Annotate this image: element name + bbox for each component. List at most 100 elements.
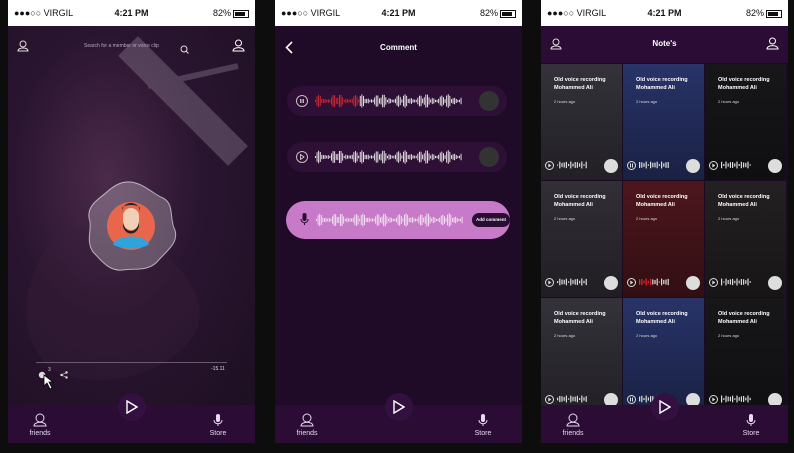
play-icon[interactable] <box>545 161 554 170</box>
play-icon <box>125 400 138 414</box>
battery: 82% <box>213 8 249 18</box>
avatar <box>768 159 782 173</box>
play-icon[interactable] <box>545 278 554 287</box>
note-card[interactable]: Old voice recording Mohammed Ali 2 hours … <box>705 64 786 180</box>
avatar <box>768 276 782 290</box>
battery-icon <box>766 9 782 18</box>
nav-store[interactable]: Store <box>463 413 503 437</box>
play-icon[interactable] <box>709 278 718 287</box>
microphone-icon <box>746 414 756 426</box>
nav-store-label: Store <box>742 430 760 437</box>
battery-icon <box>500 9 516 18</box>
avatar <box>604 159 618 173</box>
note-title: Old voice recording Mohammed Ali <box>636 194 688 208</box>
nav-friends[interactable]: friends <box>287 413 327 437</box>
pause-icon[interactable] <box>627 161 636 170</box>
page-title: Comment <box>380 43 417 52</box>
note-timestamp: 2 hours ago <box>718 216 740 221</box>
status-bar: ●●●○○ VIRGIL 4:21 PM 82% <box>275 0 522 26</box>
record-comment-bar[interactable]: Add comment <box>286 201 510 239</box>
avatar <box>479 147 499 167</box>
nav-friends-label: friends <box>562 430 584 437</box>
nav-friends[interactable]: friends <box>553 413 593 437</box>
microphone-icon <box>213 414 223 426</box>
note-timestamp: 2 hours ago <box>718 99 740 104</box>
battery: 82% <box>746 8 782 18</box>
note-card[interactable]: Old voice recording Mohammed Ali 2 hours … <box>705 298 786 414</box>
microphone-icon[interactable] <box>300 212 309 231</box>
note-card[interactable]: Old voice recording Mohammed Ali 2 hours … <box>623 181 704 297</box>
play-button[interactable] <box>117 393 146 421</box>
nav-store[interactable]: Store <box>731 413 771 437</box>
nav-friends-label: friends <box>29 430 51 437</box>
nav-store[interactable]: Store <box>198 413 238 437</box>
waveform <box>721 278 751 286</box>
note-card[interactable]: Old voice recording Mohammed Ali 2 hours … <box>623 64 704 180</box>
status-bar: ●●●○○ VIRGIL 4:21 PM 82% <box>8 0 255 26</box>
play-button[interactable] <box>650 393 679 421</box>
time-remaining: -15.11 <box>211 366 225 372</box>
profile-icon[interactable] <box>232 39 245 57</box>
search-input[interactable]: Search for a member or voice clip <box>84 43 159 49</box>
waveform <box>557 278 587 286</box>
status-bar: ●●●○○ VIRGIL 4:21 PM 82% <box>541 0 788 26</box>
play-icon[interactable] <box>709 161 718 170</box>
screen-player: ●●●○○ VIRGIL 4:21 PM 82% Search for a me… <box>8 0 255 443</box>
play-icon[interactable] <box>296 151 308 163</box>
friends-icon[interactable] <box>17 39 29 57</box>
note-card[interactable]: Old voice recording Mohammed Ali 2 hours … <box>705 181 786 297</box>
note-title: Old voice recording Mohammed Ali <box>636 77 688 91</box>
note-timestamp: 2 hours ago <box>636 99 658 104</box>
note-card[interactable]: Old voice recording Mohammed Ali 2 hours … <box>541 64 622 180</box>
waveform <box>639 161 669 169</box>
waveform[interactable] <box>315 93 465 109</box>
note-timestamp: 2 hours ago <box>636 333 658 338</box>
play-icon[interactable] <box>627 278 636 287</box>
play-icon <box>658 400 671 414</box>
pause-icon[interactable] <box>296 95 308 107</box>
add-comment-button[interactable]: Add comment <box>472 213 510 227</box>
nav-store-label: Store <box>474 430 492 437</box>
avatar <box>686 276 700 290</box>
note-title: Old voice recording Mohammed Ali <box>718 77 770 91</box>
note-timestamp: 2 hours ago <box>554 333 576 338</box>
waveform <box>721 395 751 403</box>
playback-progress[interactable] <box>36 362 227 363</box>
voice-comment[interactable] <box>287 142 507 172</box>
note-timestamp: 2 hours ago <box>554 99 576 104</box>
play-icon <box>392 400 405 414</box>
avatar[interactable] <box>83 178 179 274</box>
waveform <box>557 161 587 169</box>
screen-notes: ●●●○○ VIRGIL 4:21 PM 82% Note's Old voic… <box>541 0 788 443</box>
note-timestamp: 2 hours ago <box>636 216 658 221</box>
cursor-icon <box>43 374 57 395</box>
battery-icon <box>233 9 249 18</box>
play-button[interactable] <box>384 393 413 421</box>
avatar <box>479 91 499 111</box>
friends-nav-icon <box>566 413 580 427</box>
note-title: Old voice recording Mohammed Ali <box>636 311 688 325</box>
pause-icon[interactable] <box>627 395 636 404</box>
note-card[interactable]: Old voice recording Mohammed Ali 2 hours … <box>541 181 622 297</box>
note-title: Old voice recording Mohammed Ali <box>718 311 770 325</box>
note-title: Old voice recording Mohammed Ali <box>554 311 606 325</box>
search-icon[interactable] <box>180 41 189 59</box>
play-icon[interactable] <box>709 395 718 404</box>
share-icon[interactable] <box>60 366 68 384</box>
profile-icon[interactable] <box>766 37 779 55</box>
friends-nav-icon <box>300 413 314 427</box>
waveform <box>721 161 751 169</box>
note-title: Old voice recording Mohammed Ali <box>554 77 606 91</box>
note-title: Old voice recording Mohammed Ali <box>554 194 606 208</box>
nav-friends[interactable]: friends <box>20 413 60 437</box>
microphone-icon <box>478 414 488 426</box>
nav-store-label: Store <box>209 430 227 437</box>
note-card[interactable]: Old voice recording Mohammed Ali 2 hours … <box>541 298 622 414</box>
note-title: Old voice recording Mohammed Ali <box>718 194 770 208</box>
comment-count: 3 <box>48 367 51 373</box>
note-timestamp: 2 hours ago <box>554 216 576 221</box>
waveform[interactable] <box>315 149 465 165</box>
voice-comment[interactable] <box>287 86 507 116</box>
play-icon[interactable] <box>545 395 554 404</box>
waveform <box>557 395 587 403</box>
